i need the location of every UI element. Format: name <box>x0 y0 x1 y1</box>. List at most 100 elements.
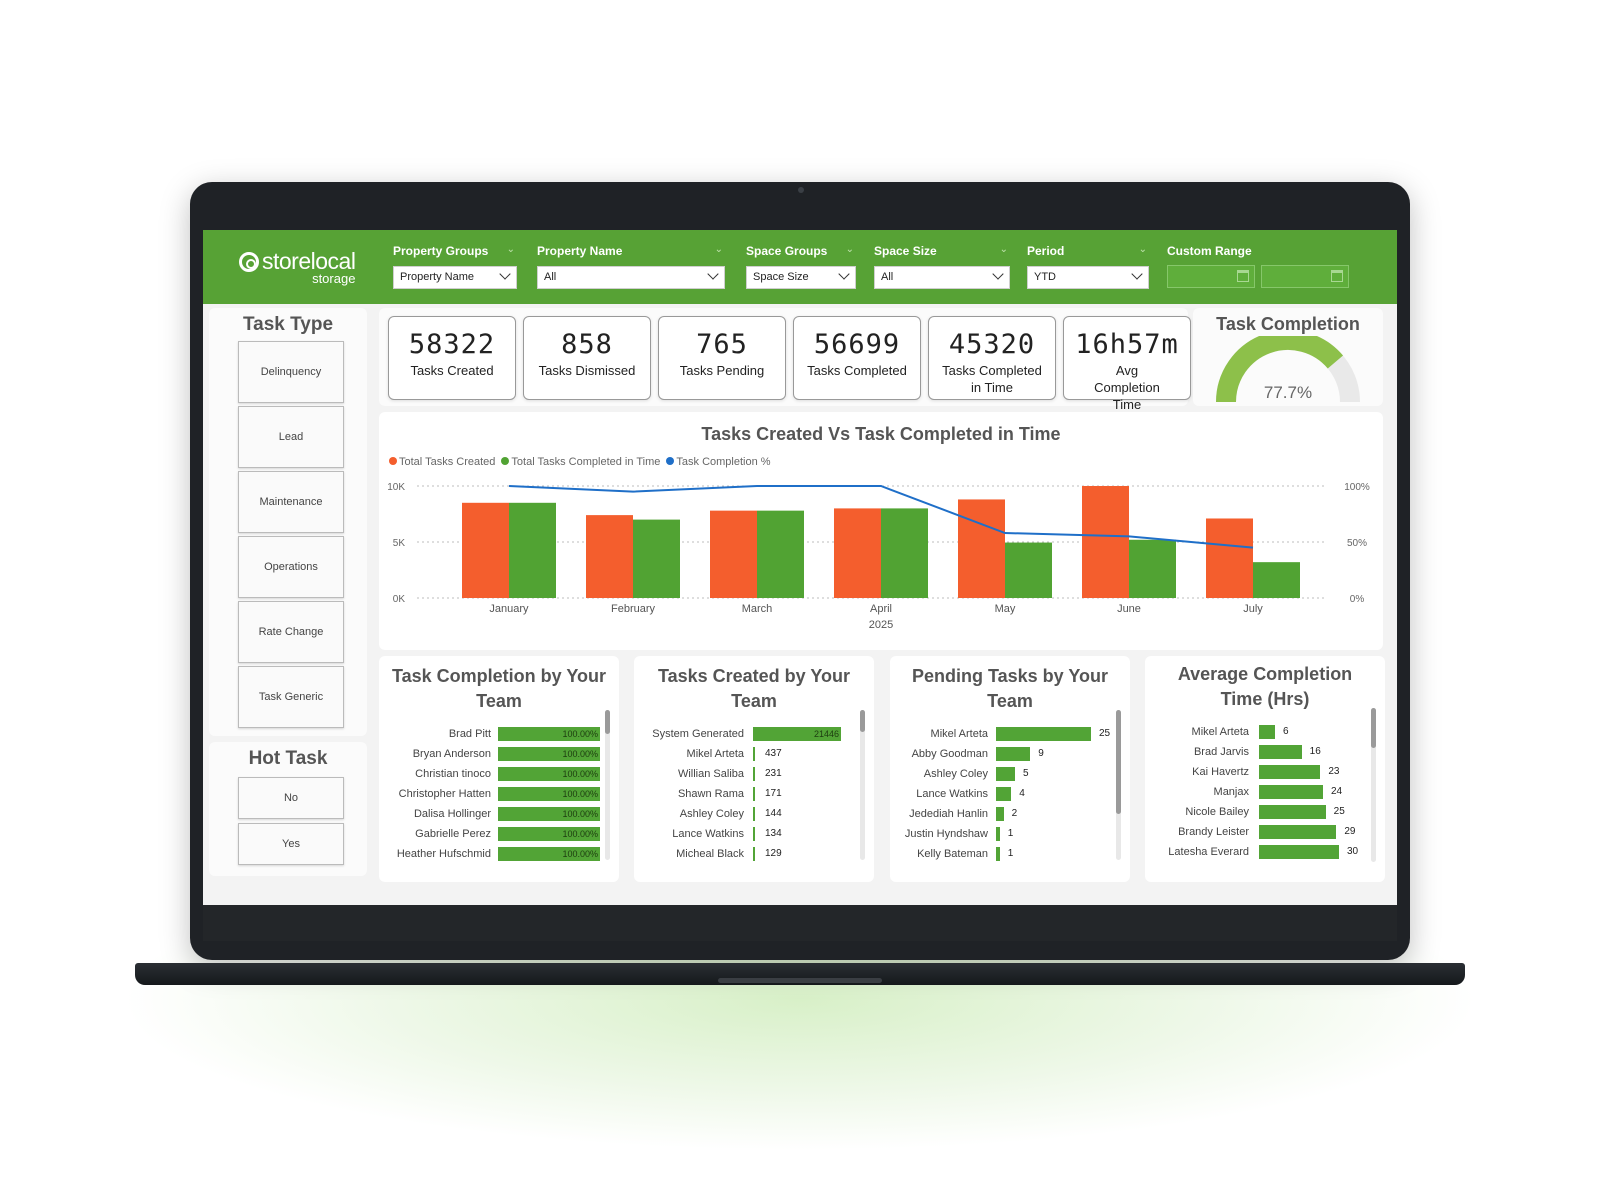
row-value: 30 <box>1347 846 1359 857</box>
bar-row[interactable]: Dalisa Hollinger 100.00% <box>379 806 619 826</box>
team-avg-time-panel: Average Completion Time (Hrs) Mikel Arte… <box>1145 656 1385 882</box>
chevron-down-icon[interactable]: ⌄ <box>1000 244 1008 255</box>
logo-ring-icon <box>239 251 259 272</box>
bar-row[interactable]: Christian tinoco 100.00% <box>379 766 619 786</box>
bar-row[interactable]: Christopher Hatten 100.00% <box>379 786 619 806</box>
task-type-delinquency[interactable]: Delinquency <box>238 341 344 403</box>
filter-label: Custom Range <box>1167 244 1252 258</box>
scrollbar[interactable] <box>605 710 610 860</box>
row-name: Mikel Arteta <box>1191 726 1249 738</box>
row-bar <box>996 767 1015 781</box>
bar-row[interactable]: Lance Watkins 134 <box>634 826 874 846</box>
kpi-label: Tasks Pending <box>679 363 765 378</box>
task-type-rate-change[interactable]: Rate Change <box>238 601 344 663</box>
row-name: Brandy Leister <box>1178 826 1249 838</box>
chevron-down-icon[interactable]: ⌄ <box>1139 244 1147 255</box>
bar-tasks-created <box>1082 486 1129 598</box>
bar-row[interactable]: Mikel Arteta 25 <box>890 726 1130 746</box>
row-value: 100.00% <box>562 749 598 759</box>
bar-tasks-created <box>710 510 757 598</box>
row-name: Brad Pitt <box>448 728 491 740</box>
bar-row[interactable]: Mikel Arteta 6 <box>1145 724 1385 744</box>
range-end-date-input[interactable] <box>1261 265 1349 288</box>
filter-label: Period <box>1027 244 1065 258</box>
bar-row[interactable]: Ashley Coley 144 <box>634 806 874 826</box>
bar-row[interactable]: Gabrielle Perez 100.00% <box>379 826 619 846</box>
bar-row[interactable]: Kai Havertz 23 <box>1145 764 1385 784</box>
task-type-operations[interactable]: Operations <box>238 536 344 598</box>
property-groups-select[interactable]: Property Name <box>393 266 517 289</box>
bar-row[interactable]: Brandy Leister 29 <box>1145 824 1385 844</box>
row-value: 100.00% <box>562 849 598 859</box>
x-tick-label: February <box>611 603 656 615</box>
row-value: 129 <box>765 848 782 859</box>
bar-row[interactable]: Brad Pitt 100.00% <box>379 726 619 746</box>
scrollbar-thumb[interactable] <box>1371 708 1376 748</box>
row-name: Jedediah Hanlin <box>909 808 988 820</box>
row-name: Gabrielle Perez <box>415 828 491 840</box>
select-value: Space Size <box>753 271 809 283</box>
bar-tasks-created <box>462 502 509 598</box>
bar-tasks-completed-in-time <box>1129 539 1176 598</box>
bar-row[interactable]: Bryan Anderson 100.00% <box>379 746 619 766</box>
panel-title: Tasks Created by Your Team <box>657 666 851 711</box>
bar-row[interactable]: Willian Saliba 231 <box>634 766 874 786</box>
bar-row[interactable]: Jedediah Hanlin 2 <box>890 806 1130 826</box>
bar-row[interactable]: Kelly Bateman 1 <box>890 846 1130 866</box>
slicer-label: Task Generic <box>258 691 324 703</box>
property-name-select[interactable]: All <box>537 266 725 289</box>
row-name: Heather Hufschmid <box>396 848 491 860</box>
filter-period: Period ⌄ YTD <box>1027 244 1149 289</box>
task-type-lead[interactable]: Lead <box>238 406 344 468</box>
hot-task-yes[interactable]: Yes <box>238 823 344 865</box>
row-bar <box>1259 765 1321 779</box>
bar-row[interactable]: Shawn Rama 171 <box>634 786 874 806</box>
row-name: Bryan Anderson <box>412 748 491 760</box>
bar-tasks-completed-in-time <box>509 502 556 598</box>
period-select[interactable]: YTD <box>1027 266 1149 289</box>
row-name: Lance Watkins <box>916 788 988 800</box>
select-value: Property Name <box>400 271 474 283</box>
bar-row[interactable]: Brad Jarvis 16 <box>1145 744 1385 764</box>
range-start-date-input[interactable] <box>1167 265 1255 288</box>
scrollbar-thumb[interactable] <box>605 710 610 734</box>
space-groups-select[interactable]: Space Size <box>746 266 856 289</box>
row-value: 100.00% <box>562 729 598 739</box>
bar-row[interactable]: Latesha Everard 30 <box>1145 844 1385 864</box>
bar-row[interactable]: System Generated 21446 <box>634 726 874 746</box>
chevron-down-icon <box>707 268 719 280</box>
filter-property-name: Property Name ⌄ All <box>537 244 725 289</box>
panel-title: Pending Tasks by Your Team <box>911 666 1109 711</box>
slicer-label: No <box>283 792 299 804</box>
hot-task-no[interactable]: No <box>238 777 344 819</box>
chevron-down-icon[interactable]: ⌄ <box>846 244 854 255</box>
row-value: 6 <box>1283 726 1289 737</box>
row-value: 25 <box>1099 728 1111 739</box>
chevron-down-icon[interactable]: ⌄ <box>715 244 723 255</box>
bar-row[interactable]: Ashley Coley 5 <box>890 766 1130 786</box>
space-size-select[interactable]: All <box>874 266 1010 289</box>
task-type-title: Task Type <box>242 314 334 335</box>
bar-row[interactable]: Lance Watkins 4 <box>890 786 1130 806</box>
row-bar <box>753 847 755 861</box>
bar-row[interactable]: Abby Goodman 9 <box>890 746 1130 766</box>
scrollbar[interactable] <box>1371 708 1376 862</box>
row-bar <box>996 847 1000 861</box>
task-type-maintenance[interactable]: Maintenance <box>238 471 344 533</box>
kpi-row: 58322 Tasks Created 858 Tasks Dismissed … <box>379 308 1191 412</box>
calendar-icon[interactable] <box>1237 270 1249 282</box>
task-type-task-generic[interactable]: Task Generic <box>238 666 344 728</box>
bar-row[interactable]: Heather Hufschmid 100.00% <box>379 846 619 866</box>
screen-bezel-bottom <box>203 905 1397 941</box>
bar-tasks-completed-in-time <box>633 519 680 598</box>
bar-row[interactable]: Justin Hyndshaw 1 <box>890 826 1130 846</box>
row-name: Brad Jarvis <box>1193 746 1249 758</box>
bar-row[interactable]: Manjax 24 <box>1145 784 1385 804</box>
bar-row[interactable]: Nicole Bailey 25 <box>1145 804 1385 824</box>
filter-custom-range: Custom Range <box>1167 244 1347 260</box>
bar-row[interactable]: Mikel Arteta 437 <box>634 746 874 766</box>
bar-row[interactable]: Micheal Black 129 <box>634 846 874 866</box>
calendar-icon[interactable] <box>1331 270 1343 282</box>
chevron-down-icon[interactable]: ⌄ <box>507 244 515 255</box>
y2-tick-label: 100% <box>1344 482 1370 493</box>
